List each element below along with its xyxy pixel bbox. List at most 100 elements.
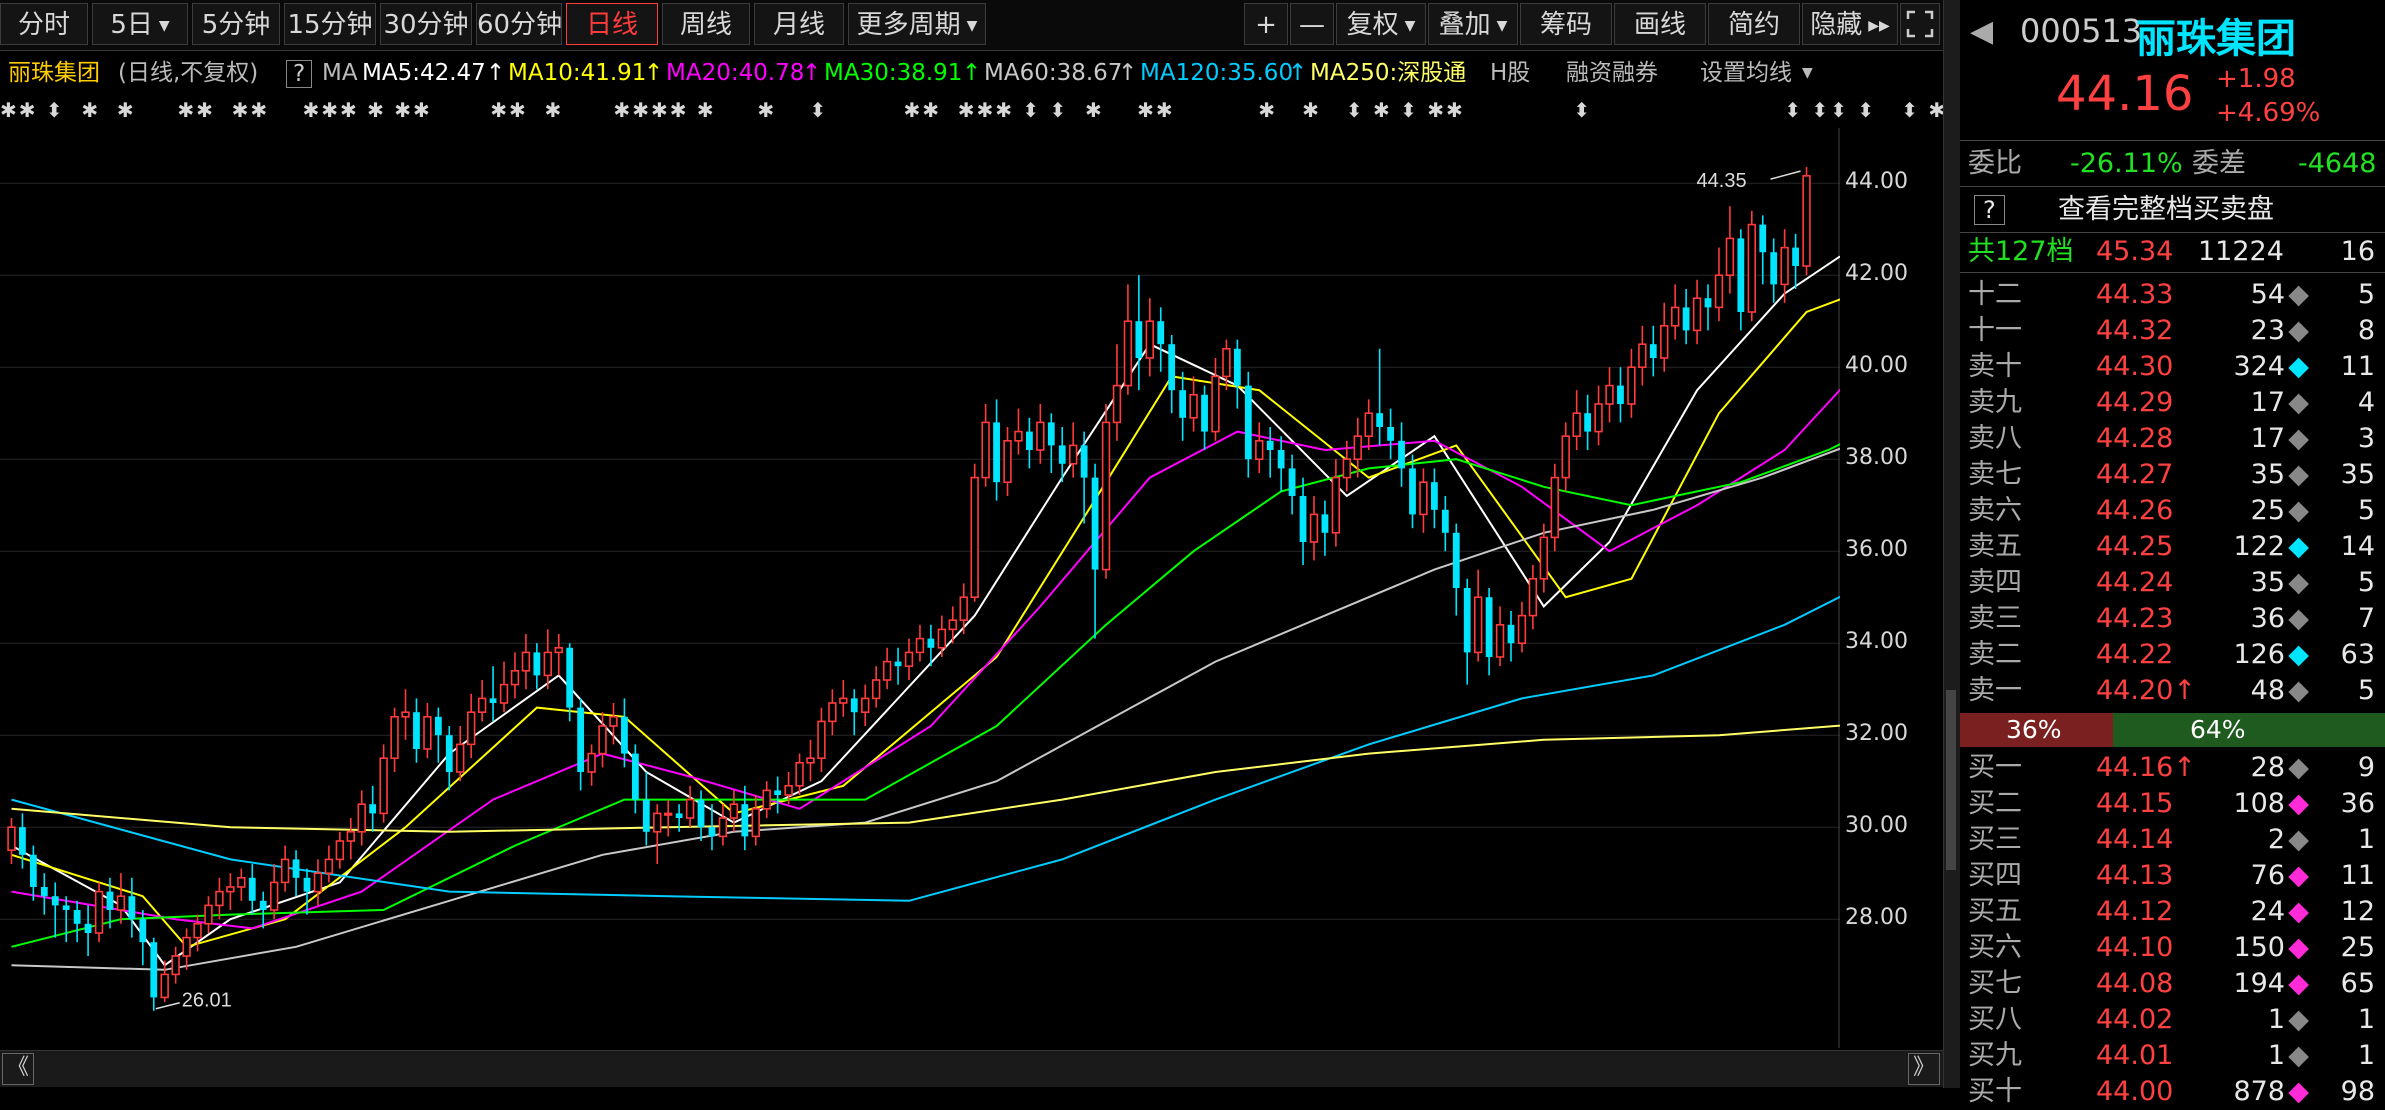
link-ma-settings[interactable]: 设置均线	[1700, 54, 1792, 92]
candle-body	[533, 652, 541, 676]
bid-row[interactable]: 买三 44.14 2 1 ◆	[1960, 822, 2385, 858]
tab-monthly[interactable]: 月线	[754, 3, 844, 45]
candle-body	[1255, 439, 1264, 460]
full-depth-row[interactable]: ? 查看完整档买卖盘	[1960, 192, 2385, 228]
candle-body	[1080, 445, 1088, 478]
ask-row[interactable]: 十二 44.33 54 5 ◆	[1960, 277, 2385, 313]
candle-body	[182, 936, 191, 957]
panel-splitter[interactable]	[1943, 0, 1961, 1088]
bid-row[interactable]: 买九 44.01 1 1 ◆	[1960, 1038, 2385, 1074]
candle-body	[51, 896, 59, 906]
candle-body	[434, 716, 442, 736]
bid-row[interactable]: 买五 44.12 24 12 ◆	[1960, 894, 2385, 930]
help-icon[interactable]: ?	[1974, 195, 2005, 225]
diamond-icon: ◆	[2288, 639, 2309, 670]
level-volume: 24	[2250, 896, 2285, 927]
level-volume: 76	[2250, 860, 2285, 891]
candle	[1550, 463, 1559, 552]
total-depth-count: 16	[2340, 236, 2375, 267]
tab-30min[interactable]: 30分钟	[380, 3, 472, 45]
full-depth-link[interactable]: 查看完整档买卖盘	[2058, 192, 2274, 228]
candle-body	[664, 812, 673, 816]
candle-body	[269, 881, 279, 911]
chart-mode-label: (日线,不复权)	[118, 60, 259, 86]
ask-row[interactable]: 卖四 44.24 35 5 ◆	[1960, 565, 2385, 601]
candle	[1409, 454, 1416, 529]
candle-body	[1802, 175, 1811, 267]
candle-body	[1507, 624, 1515, 644]
hide-button[interactable]: 隐藏 ▶▶	[1802, 3, 1898, 45]
bid-row[interactable]: 买二 44.15 108 36 ◆	[1960, 786, 2385, 822]
tab-60min[interactable]: 60分钟	[476, 3, 562, 45]
bid-row[interactable]: 买十 44.00 878 98 ◆	[1960, 1074, 2385, 1110]
chips-button[interactable]: 筹码	[1520, 3, 1612, 45]
candle	[1189, 376, 1198, 432]
ask-row[interactable]: 卖一 44.20↑ 48 5 ◆	[1960, 673, 2385, 709]
candle	[1244, 371, 1252, 478]
help-icon[interactable]: ?	[286, 60, 313, 88]
bid-row[interactable]: 买七 44.08 194 65 ◆	[1960, 966, 2385, 1002]
candle	[1112, 344, 1122, 441]
event-marker-row[interactable]: ✱✱ ⬍ ✱ ✱ ✱✱ ✱✱ ✱✱✱ ✱ ✱✱ ✱✱ ✱ ✱✱✱✱ ✱ ✱ ⬍ …	[0, 98, 2070, 124]
ask-row[interactable]: 卖五 44.25 122 14 ◆	[1960, 529, 2385, 565]
link-hshare[interactable]: H股	[1490, 54, 1530, 92]
ask-row[interactable]: 卖十 44.30 324 11 ◆	[1960, 349, 2385, 385]
kline-chart[interactable]: 44.35 26.01	[0, 128, 1840, 1048]
candle	[7, 818, 16, 864]
candle-body	[1157, 321, 1165, 345]
ask-row[interactable]: 卖九 44.29 17 4 ◆	[1960, 385, 2385, 421]
horizontal-scrollbar[interactable]: 《 》	[0, 1050, 1943, 1087]
candle	[510, 652, 520, 699]
candle-body	[1638, 343, 1647, 368]
candle-body	[335, 840, 345, 861]
bid-row[interactable]: 买四 44.13 76 11 ◆	[1960, 858, 2385, 894]
candle-body	[324, 858, 334, 875]
candle-body	[1725, 237, 1735, 277]
ask-row[interactable]: 卖二 44.22 126 63 ◆	[1960, 637, 2385, 673]
candle-body	[697, 799, 705, 828]
candle	[631, 744, 639, 814]
scroll-left-icon[interactable]: 《	[2, 1053, 34, 1085]
splitter-grip[interactable]	[1946, 690, 1956, 870]
scroll-right-icon[interactable]: 》	[1908, 1053, 1940, 1085]
candle	[1091, 463, 1099, 639]
candle-body	[204, 904, 213, 925]
fuquan-dropdown[interactable]: 复权 ▼	[1336, 3, 1426, 45]
level-volume: 1	[2267, 1004, 2285, 1035]
tab-daily[interactable]: 日线	[566, 3, 658, 45]
simple-button[interactable]: 简约	[1708, 3, 1800, 45]
ask-row[interactable]: 卖三 44.23 36 7 ◆	[1960, 601, 2385, 637]
weicha-value: -4648	[2298, 148, 2377, 179]
quote-panel: ◀ 000513 丽珠集团 44.16 +1.98 +4.69% 委比 -26.…	[1960, 0, 2385, 1107]
candle	[1528, 565, 1538, 630]
level-order-count: 5	[2357, 279, 2375, 310]
tab-fenshi[interactable]: 分时	[0, 3, 88, 45]
high-price-label: 44.35	[1697, 170, 1747, 192]
level-label: 买九	[1968, 1040, 2022, 1071]
bid-row[interactable]: 买八 44.02 1 1 ◆	[1960, 1002, 2385, 1038]
tab-weekly[interactable]: 周线	[662, 3, 750, 45]
bid-row[interactable]: 买一 44.16↑ 28 9 ◆	[1960, 750, 2385, 786]
tab-5min[interactable]: 5分钟	[192, 3, 280, 45]
expand-icon[interactable]	[1900, 3, 1940, 45]
candle-body	[871, 679, 881, 700]
overlay-dropdown[interactable]: 叠加 ▼	[1428, 3, 1518, 45]
more-periods-dropdown[interactable]: 更多周期 ▼	[848, 3, 986, 45]
tab-15min[interactable]: 15分钟	[284, 3, 376, 45]
candle	[1014, 408, 1023, 455]
candle-body	[1068, 444, 1078, 465]
ask-row[interactable]: 卖七 44.27 35 35 ◆	[1960, 457, 2385, 493]
ask-row[interactable]: 十一 44.32 23 8 ◆	[1960, 313, 2385, 349]
candle-body	[1003, 439, 1012, 483]
link-margin[interactable]: 融资融券	[1566, 54, 1658, 92]
draw-button[interactable]: 画线	[1614, 3, 1706, 45]
ask-row[interactable]: 卖六 44.26 25 5 ◆	[1960, 493, 2385, 529]
zoom-out-button[interactable]: —	[1290, 3, 1334, 45]
zoom-in-button[interactable]: +	[1244, 3, 1288, 45]
tab-5day[interactable]: 5日 ▼	[92, 3, 188, 45]
candle-body	[1430, 482, 1438, 510]
candle-body	[1168, 344, 1176, 391]
ask-row[interactable]: 卖八 44.28 17 3 ◆	[1960, 421, 2385, 457]
back-arrow-icon[interactable]: ◀	[1970, 14, 1993, 49]
bid-row[interactable]: 买六 44.10 150 25 ◆	[1960, 930, 2385, 966]
